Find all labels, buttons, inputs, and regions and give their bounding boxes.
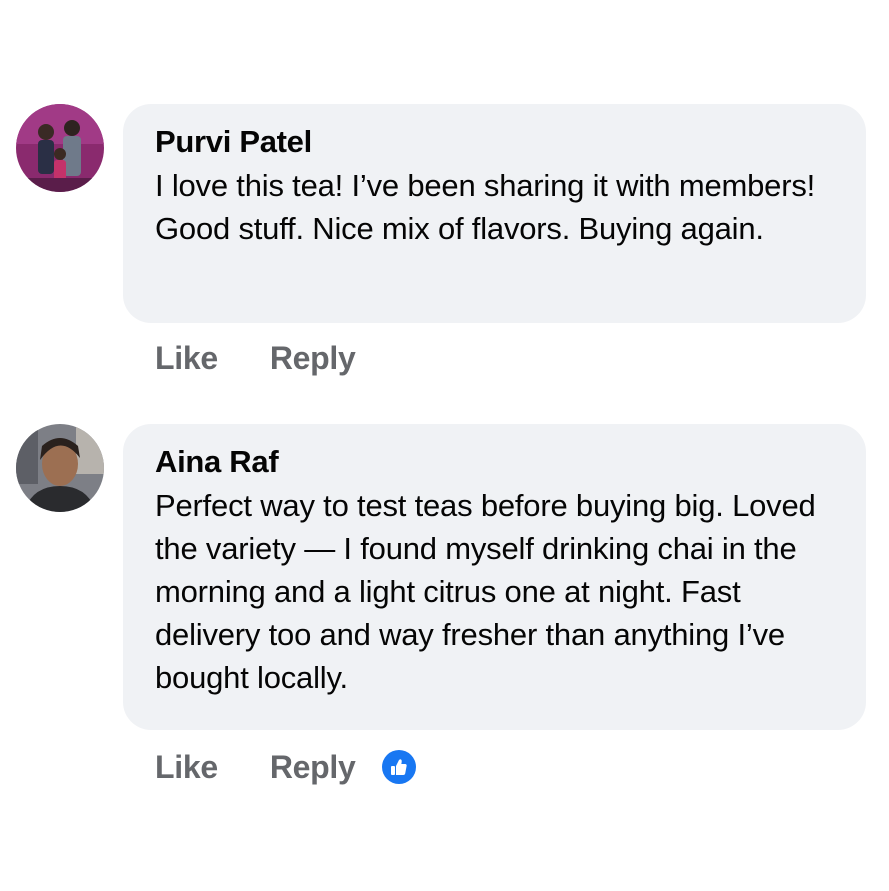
like-button[interactable]: Like: [155, 340, 218, 377]
comment-bubble: Aina Raf Perfect way to test teas before…: [123, 424, 866, 730]
thumbs-up-glyph-icon: [390, 759, 407, 775]
comment-text: I love this tea! I’ve been sharing it wi…: [155, 168, 816, 246]
avatar[interactable]: [16, 104, 104, 192]
comment-bubble: Purvi Patel I love this tea! I’ve been s…: [123, 104, 866, 323]
avatar[interactable]: [16, 424, 104, 512]
comment-text: Perfect way to test teas before buying b…: [155, 488, 816, 695]
avatar-photo-icon: [16, 424, 104, 512]
reply-button[interactable]: Reply: [270, 340, 356, 377]
comment-author[interactable]: Aina Raf: [155, 442, 836, 482]
reply-button[interactable]: Reply: [270, 749, 356, 786]
comment-actions: Like Reply: [155, 336, 356, 380]
comment-actions: Like Reply: [155, 745, 416, 789]
comment-author[interactable]: Purvi Patel: [155, 122, 836, 162]
thumbs-up-icon[interactable]: [381, 750, 416, 784]
avatar-photo-icon: [16, 104, 104, 192]
like-button[interactable]: Like: [155, 749, 218, 786]
